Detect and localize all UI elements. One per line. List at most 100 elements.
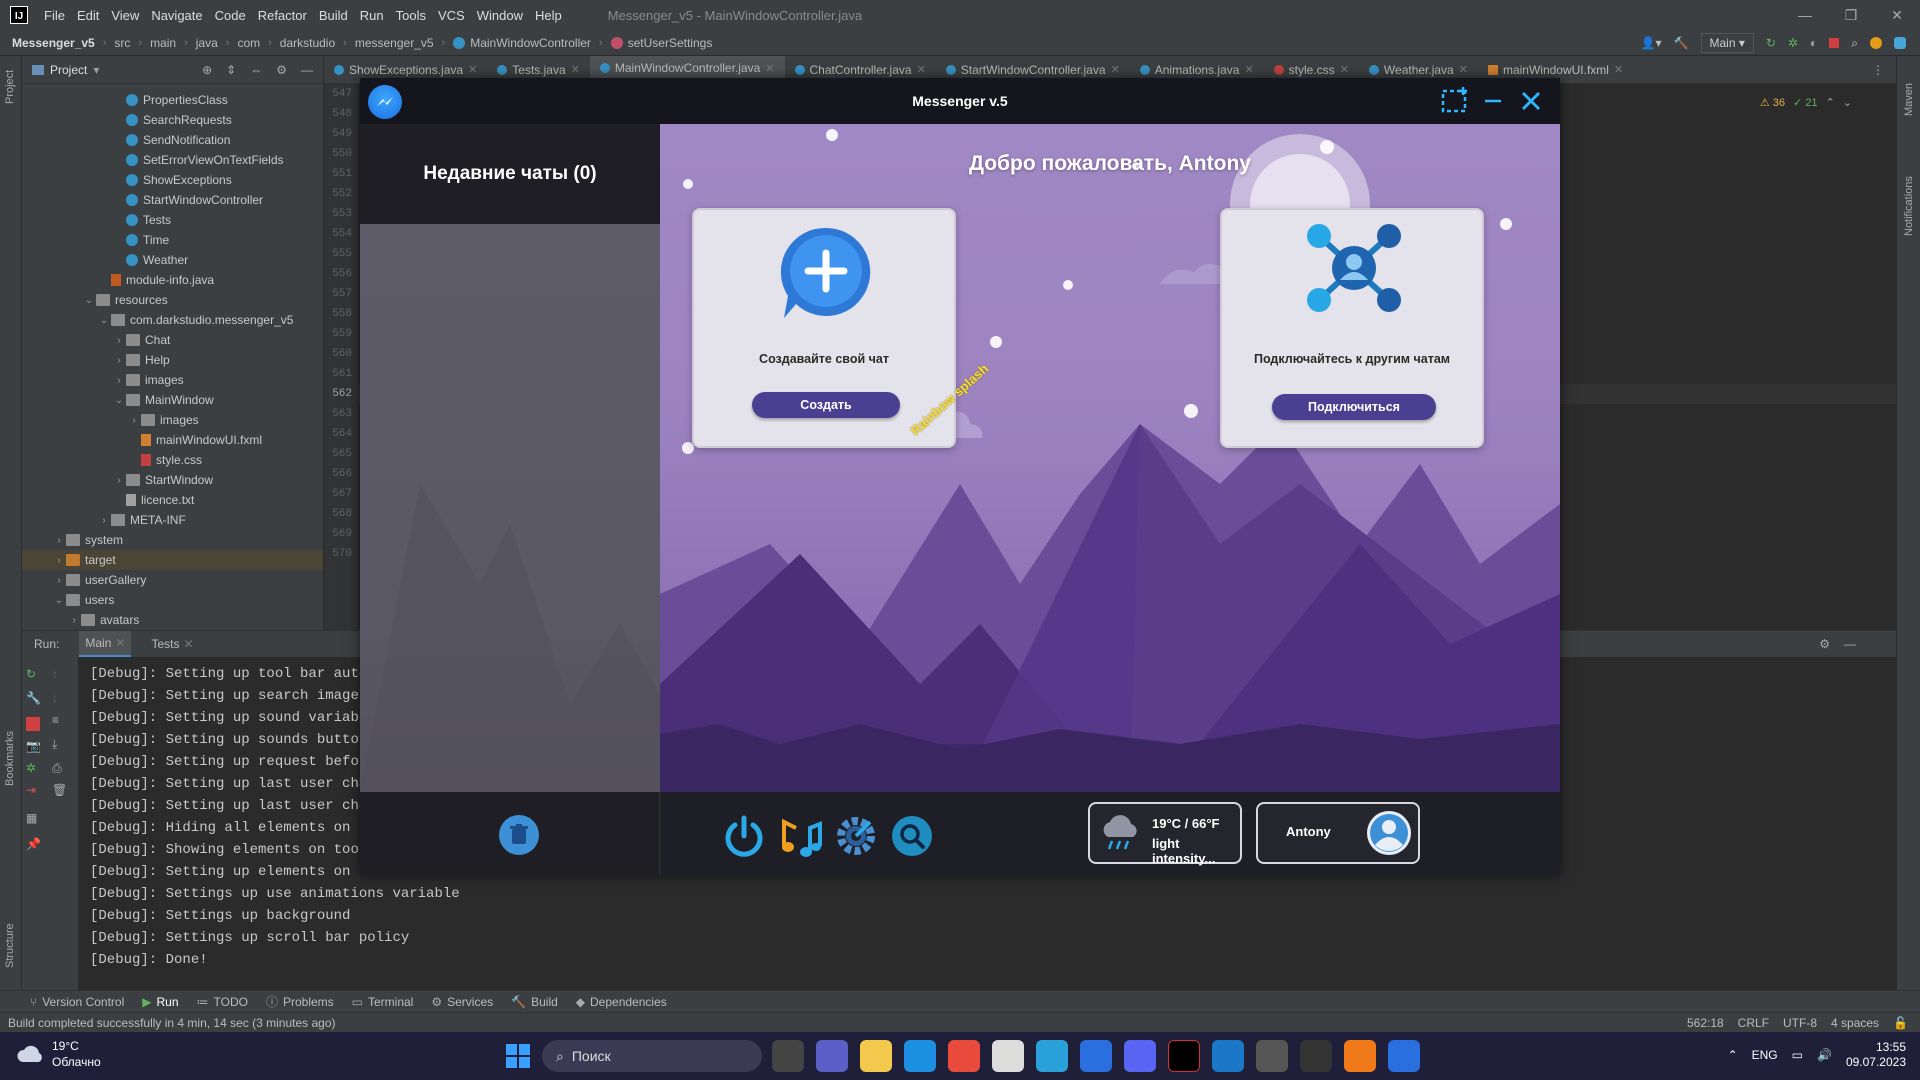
messages-icon[interactable]: [1080, 1040, 1112, 1072]
menu-item-file[interactable]: File: [38, 8, 71, 23]
breadcrumb-item[interactable]: main: [150, 36, 176, 50]
line-separator[interactable]: CRLF: [1738, 1016, 1769, 1030]
menu-item-vcs[interactable]: VCS: [432, 8, 471, 23]
tree-item[interactable]: licence.txt: [22, 490, 323, 510]
scroll-to-end-icon[interactable]: ⤓: [52, 737, 66, 751]
pin-icon[interactable]: 📌: [26, 837, 41, 851]
close-icon[interactable]: ✕: [765, 62, 774, 75]
maven-tool-button[interactable]: Maven: [1903, 83, 1915, 116]
stop-icon[interactable]: [1829, 38, 1840, 48]
create-chat-button[interactable]: Создать: [752, 392, 900, 418]
teams-icon[interactable]: [816, 1040, 848, 1072]
task-view-icon[interactable]: [772, 1040, 804, 1072]
tree-item[interactable]: ⌄ users: [22, 590, 323, 610]
chevron-right-icon[interactable]: ›: [52, 535, 66, 546]
close-icon[interactable]: ✕: [1614, 63, 1623, 76]
update-icon[interactable]: [1870, 37, 1882, 49]
close-icon[interactable]: ✕: [468, 63, 477, 76]
search-button[interactable]: [888, 812, 936, 860]
debug-icon[interactable]: ✲: [26, 761, 40, 775]
tree-item[interactable]: › StartWindow: [22, 470, 323, 490]
breadcrumb-item[interactable]: MainWindowController: [453, 36, 591, 50]
close-icon[interactable]: ✕: [1111, 63, 1120, 76]
tool-window-run[interactable]: ▶ Run: [142, 995, 178, 1009]
close-icon[interactable]: [1514, 84, 1548, 118]
taskbar-weather[interactable]: 19°C Облачно: [16, 1038, 101, 1070]
breadcrumb-item[interactable]: com: [237, 36, 260, 50]
rerun-icon[interactable]: ↻: [26, 667, 40, 681]
chevron-down-icon[interactable]: ▾: [93, 63, 99, 77]
menu-item-run[interactable]: Run: [354, 8, 390, 23]
edge-icon[interactable]: [904, 1040, 936, 1072]
breadcrumb-item[interactable]: setUserSettings: [610, 36, 712, 50]
down-arrow-icon[interactable]: ↓: [52, 691, 66, 705]
user-profile-widget[interactable]: Antony: [1256, 802, 1420, 864]
tree-item[interactable]: PropertiesClass: [22, 90, 323, 110]
lock-icon[interactable]: 🔓: [1893, 1016, 1908, 1030]
tree-item[interactable]: › userGallery: [22, 570, 323, 590]
chevron-up-icon[interactable]: ⌃: [1728, 1048, 1738, 1062]
tool-window-problems[interactable]: ⓘ Problems: [266, 993, 334, 1010]
print-icon[interactable]: ⎙: [52, 761, 66, 775]
intellij-logo-icon[interactable]: IJ: [10, 6, 28, 24]
search-everywhere-icon[interactable]: ⌕: [1851, 36, 1858, 51]
connect-chat-button[interactable]: Подключиться: [1272, 394, 1436, 420]
collapse-all-icon[interactable]: ⇔: [250, 63, 262, 77]
tree-item[interactable]: › Help: [22, 350, 323, 370]
run-configuration-select[interactable]: Main ▾: [1700, 33, 1754, 53]
chevron-up-icon[interactable]: ⌃: [1826, 96, 1835, 109]
menu-item-navigate[interactable]: Navigate: [145, 8, 208, 23]
wrench-icon[interactable]: 🔧: [26, 691, 41, 705]
sounds-button[interactable]: [776, 812, 824, 860]
tree-item[interactable]: ShowExceptions: [22, 170, 323, 190]
tree-item[interactable]: › images: [22, 370, 323, 390]
tree-item[interactable]: style.css: [22, 450, 323, 470]
tree-item[interactable]: ⌄ MainWindow: [22, 390, 323, 410]
tool-window-build[interactable]: 🔨 Build: [511, 995, 558, 1009]
menu-item-build[interactable]: Build: [313, 8, 354, 23]
chevron-right-icon[interactable]: ›: [112, 475, 126, 486]
up-arrow-icon[interactable]: ↑: [52, 667, 66, 681]
file-explorer-icon[interactable]: [860, 1040, 892, 1072]
structure-tool-button[interactable]: Structure: [4, 923, 16, 968]
network-icon[interactable]: ▭: [1792, 1048, 1803, 1062]
tree-item[interactable]: ⌄ com.darkstudio.messenger_v5: [22, 310, 323, 330]
breadcrumb-item[interactable]: src: [114, 36, 130, 50]
tree-item[interactable]: › target: [22, 550, 323, 570]
run-tab[interactable]: Tests ✕: [145, 631, 199, 657]
soft-wrap-icon[interactable]: ≡: [52, 713, 66, 727]
settings-icon[interactable]: [1256, 1040, 1288, 1072]
windows-start-button[interactable]: [506, 1044, 530, 1068]
tree-item[interactable]: › Chat: [22, 330, 323, 350]
messenger-title-bar[interactable]: Messenger v.5: [360, 78, 1560, 124]
minimize-icon[interactable]: [1478, 84, 1508, 118]
run-tab[interactable]: Main ✕: [79, 631, 132, 657]
chevron-right-icon[interactable]: ›: [52, 555, 66, 566]
settings-button[interactable]: [832, 812, 880, 860]
close-icon[interactable]: ✕: [1244, 63, 1253, 76]
gear-icon[interactable]: ⚙: [1819, 637, 1830, 651]
hammer-icon[interactable]: 🔨: [1674, 36, 1689, 50]
close-icon[interactable]: ✕: [1459, 63, 1468, 76]
project-view-select[interactable]: Project: [50, 63, 87, 77]
chevron-right-icon[interactable]: ›: [52, 575, 66, 586]
notifications-tool-button[interactable]: Notifications: [1903, 176, 1915, 236]
tree-item[interactable]: module-info.java: [22, 270, 323, 290]
tool-window-terminal[interactable]: ▭ Terminal: [352, 995, 414, 1009]
breadcrumb-item[interactable]: Messenger_v5: [12, 36, 95, 50]
screenshot-icon[interactable]: [1438, 84, 1472, 118]
close-icon[interactable]: ✕: [115, 636, 125, 650]
tree-item[interactable]: SearchRequests: [22, 110, 323, 130]
indent-setting[interactable]: 4 spaces: [1831, 1016, 1879, 1030]
telegram-icon[interactable]: [1036, 1040, 1068, 1072]
menu-item-code[interactable]: Code: [209, 8, 252, 23]
store-icon[interactable]: [992, 1040, 1024, 1072]
minimize-icon[interactable]: —: [1782, 0, 1828, 30]
breadcrumb-item[interactable]: darkstudio: [280, 36, 335, 50]
inspection-widget[interactable]: ⚠ 36 ✓ 21 ⌃ ⌄: [1760, 96, 1852, 109]
taskbar-clock[interactable]: 13:55 09.07.2023: [1846, 1040, 1906, 1070]
caret-position[interactable]: 562:18: [1687, 1016, 1724, 1030]
tool-window-todo[interactable]: ≔ TODO: [197, 995, 248, 1009]
chevron-right-icon[interactable]: ›: [112, 375, 126, 386]
bookmarks-tool-button[interactable]: Bookmarks: [4, 731, 16, 786]
